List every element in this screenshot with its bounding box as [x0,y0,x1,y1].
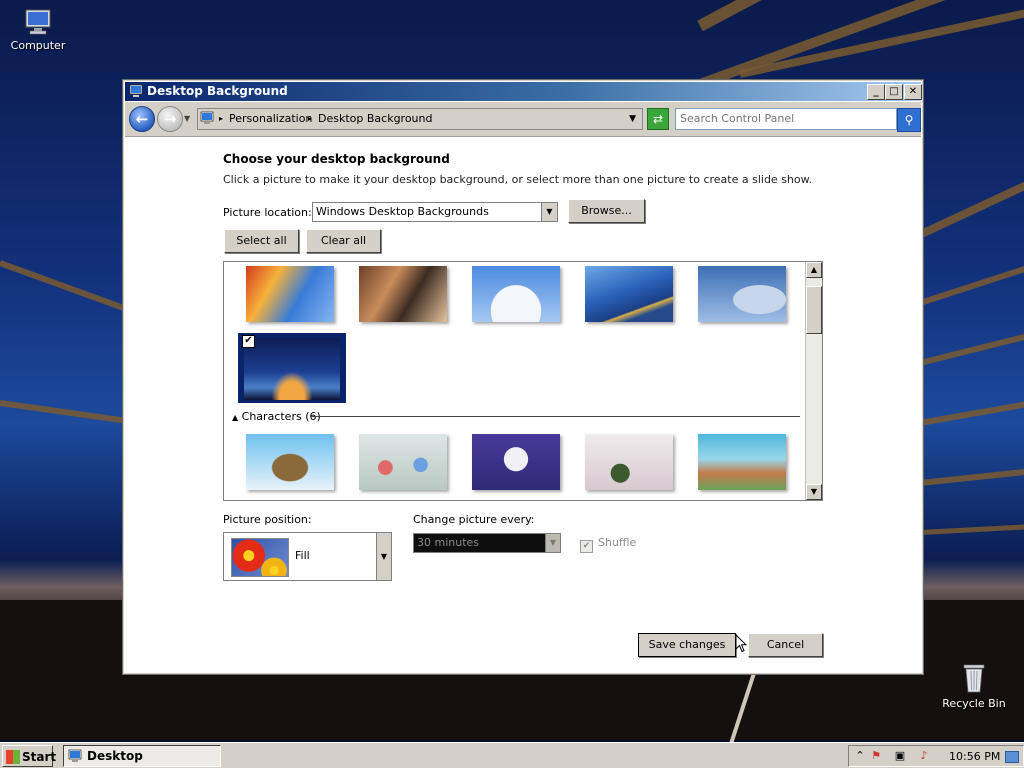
page-heading: Choose your desktop background [223,152,450,166]
desktop-icon-recycle-bin[interactable]: Recycle Bin [934,662,1014,710]
action-center-flag-icon[interactable]: ⚑ [869,749,883,763]
bridge-beam [0,400,140,426]
search-icon: ⚲ [904,113,914,127]
picture-gallery: ✔ ▲ Characters (6) ▲ ▼ [223,261,823,501]
maximize-button[interactable]: □ [885,84,903,100]
wallpaper-thumbnail[interactable] [246,266,334,322]
bridge-beam [919,465,1024,486]
change-picture-label: Change picture every: [413,513,535,526]
wallpaper-thumbnail[interactable] [359,266,447,322]
start-button[interactable]: Start [2,745,57,767]
title-bar[interactable]: Desktop Background _ □ ✕ [125,82,922,101]
forward-button[interactable]: → [157,106,183,132]
address-dropdown-arrow[interactable]: ▼ [629,109,636,129]
shuffle-option[interactable]: ✔ Shuffle [580,536,636,553]
save-changes-button[interactable]: Save changes [638,633,736,657]
cancel-button[interactable]: Cancel [748,633,823,657]
picture-position-label: Picture position: [223,513,312,526]
desktop-icon-label: Computer [10,39,66,52]
taskbar-item-desktop-background[interactable]: Desktop Background [63,745,221,767]
minimize-button[interactable]: _ [867,84,885,100]
breadcrumb-separator[interactable]: ▸ [308,109,312,129]
search-input[interactable] [676,109,894,127]
wallpaper-thumbnail[interactable] [698,266,786,322]
select-all-button[interactable]: Select all [224,229,299,253]
search-box[interactable] [675,108,897,130]
desktop-icon-label: Recycle Bin [942,697,1006,710]
recycle-bin-icon [961,662,987,694]
computer-icon [23,8,53,36]
browse-button[interactable]: Browse... [568,199,645,223]
picture-position-select[interactable]: Fill ▼ [223,532,392,581]
show-desktop-icon[interactable] [1005,751,1019,763]
back-button[interactable]: ← [129,106,155,132]
wallpaper-thumbnail[interactable] [585,266,673,322]
picture-location-select[interactable]: Windows Desktop Backgrounds ▼ [312,202,558,222]
wallpaper-thumbnail[interactable] [359,434,447,490]
wallpaper-thumbnail-selected[interactable] [244,338,340,400]
clear-all-button[interactable]: Clear all [306,229,381,253]
picture-location-label: Picture location: [223,206,312,219]
thumbnail-checkbox[interactable]: ✔ [242,335,255,348]
bridge-beam [919,395,1024,426]
start-label: Start [22,750,57,764]
collapse-arrow-icon: ▲ [232,413,239,422]
breadcrumb-separator[interactable]: ▸ [219,109,223,129]
notification-area: ⌃ ⚑ ▣ ♪ 10:56 PM [848,745,1024,767]
gallery-scrollbar[interactable]: ▲ ▼ [805,262,822,500]
control-panel-icon [129,84,143,98]
scroll-thumb[interactable] [806,286,822,334]
page-description: Click a picture to make it your desktop … [223,173,813,186]
window-title: Desktop Background [147,84,288,98]
picture-position-value: Fill [295,549,310,562]
chevron-down-icon[interactable]: ▼ [545,534,560,552]
wallpaper-thumbnail[interactable] [698,434,786,490]
network-icon[interactable]: ▣ [893,749,907,763]
group-divider [312,416,800,417]
scroll-down-button[interactable]: ▼ [806,484,822,500]
windows-logo-icon [6,750,20,764]
taskbar-item-label: Desktop Background [87,749,143,763]
change-interval-value: 30 minutes [417,536,480,549]
clock[interactable]: 10:56 PM [949,750,1000,763]
bridge-beam [919,256,1024,306]
arrow-right-icon: → [163,110,177,128]
control-panel-icon [68,749,82,763]
mouse-cursor [735,633,748,656]
breadcrumb-personalization[interactable]: Personalization [229,109,312,129]
close-button[interactable]: ✕ [904,84,922,100]
content-area: Choose your desktop background Click a p… [123,137,923,674]
position-preview-image [231,538,289,577]
refresh-icon: ⇄ [652,112,664,126]
wallpaper-thumbnail[interactable] [246,434,334,490]
group-label: Characters (6) [241,410,321,423]
arrow-left-icon: ← [135,110,149,128]
bridge-beam [919,522,1024,535]
change-interval-select[interactable]: 30 minutes ▼ [413,533,561,553]
desktop-icon-computer[interactable]: Computer [0,8,78,52]
shuffle-checkbox[interactable]: ✔ [580,540,593,553]
wallpaper-thumbnail[interactable] [472,434,560,490]
show-hidden-icons-icon[interactable]: ⌃ [853,749,867,763]
refresh-button[interactable]: ⇄ [647,108,669,130]
bridge-beam [919,326,1024,366]
scroll-up-button[interactable]: ▲ [806,262,822,278]
chevron-down-icon[interactable]: ▼ [541,203,557,221]
group-header-characters[interactable]: ▲ Characters (6) [232,410,321,423]
picture-location-value: Windows Desktop Backgrounds [316,205,489,218]
chevron-down-icon[interactable]: ▼ [376,533,391,580]
taskbar: Start Desktop Background ⌃ ⚑ ▣ ♪ 10:56 P… [0,742,1024,768]
desktop-background-window: Desktop Background _ □ ✕ ← → ▼ ▸ Persona… [122,79,924,675]
address-bar[interactable]: ▸ Personalization ▸ Desktop Background ▼ [197,108,643,130]
breadcrumb-desktop-background[interactable]: Desktop Background [318,109,433,129]
search-button[interactable]: ⚲ [897,108,921,132]
control-panel-icon [200,111,214,125]
recent-pages-dropdown[interactable]: ▼ [184,114,190,123]
volume-muted-icon[interactable]: ♪ [917,749,931,763]
wallpaper-thumbnail[interactable] [585,434,673,490]
navigation-bar: ← → ▼ ▸ Personalization ▸ Desktop Backgr… [125,102,921,137]
bridge-beam [0,260,133,314]
wallpaper-thumbnail[interactable] [472,266,560,322]
shuffle-label: Shuffle [598,536,637,549]
